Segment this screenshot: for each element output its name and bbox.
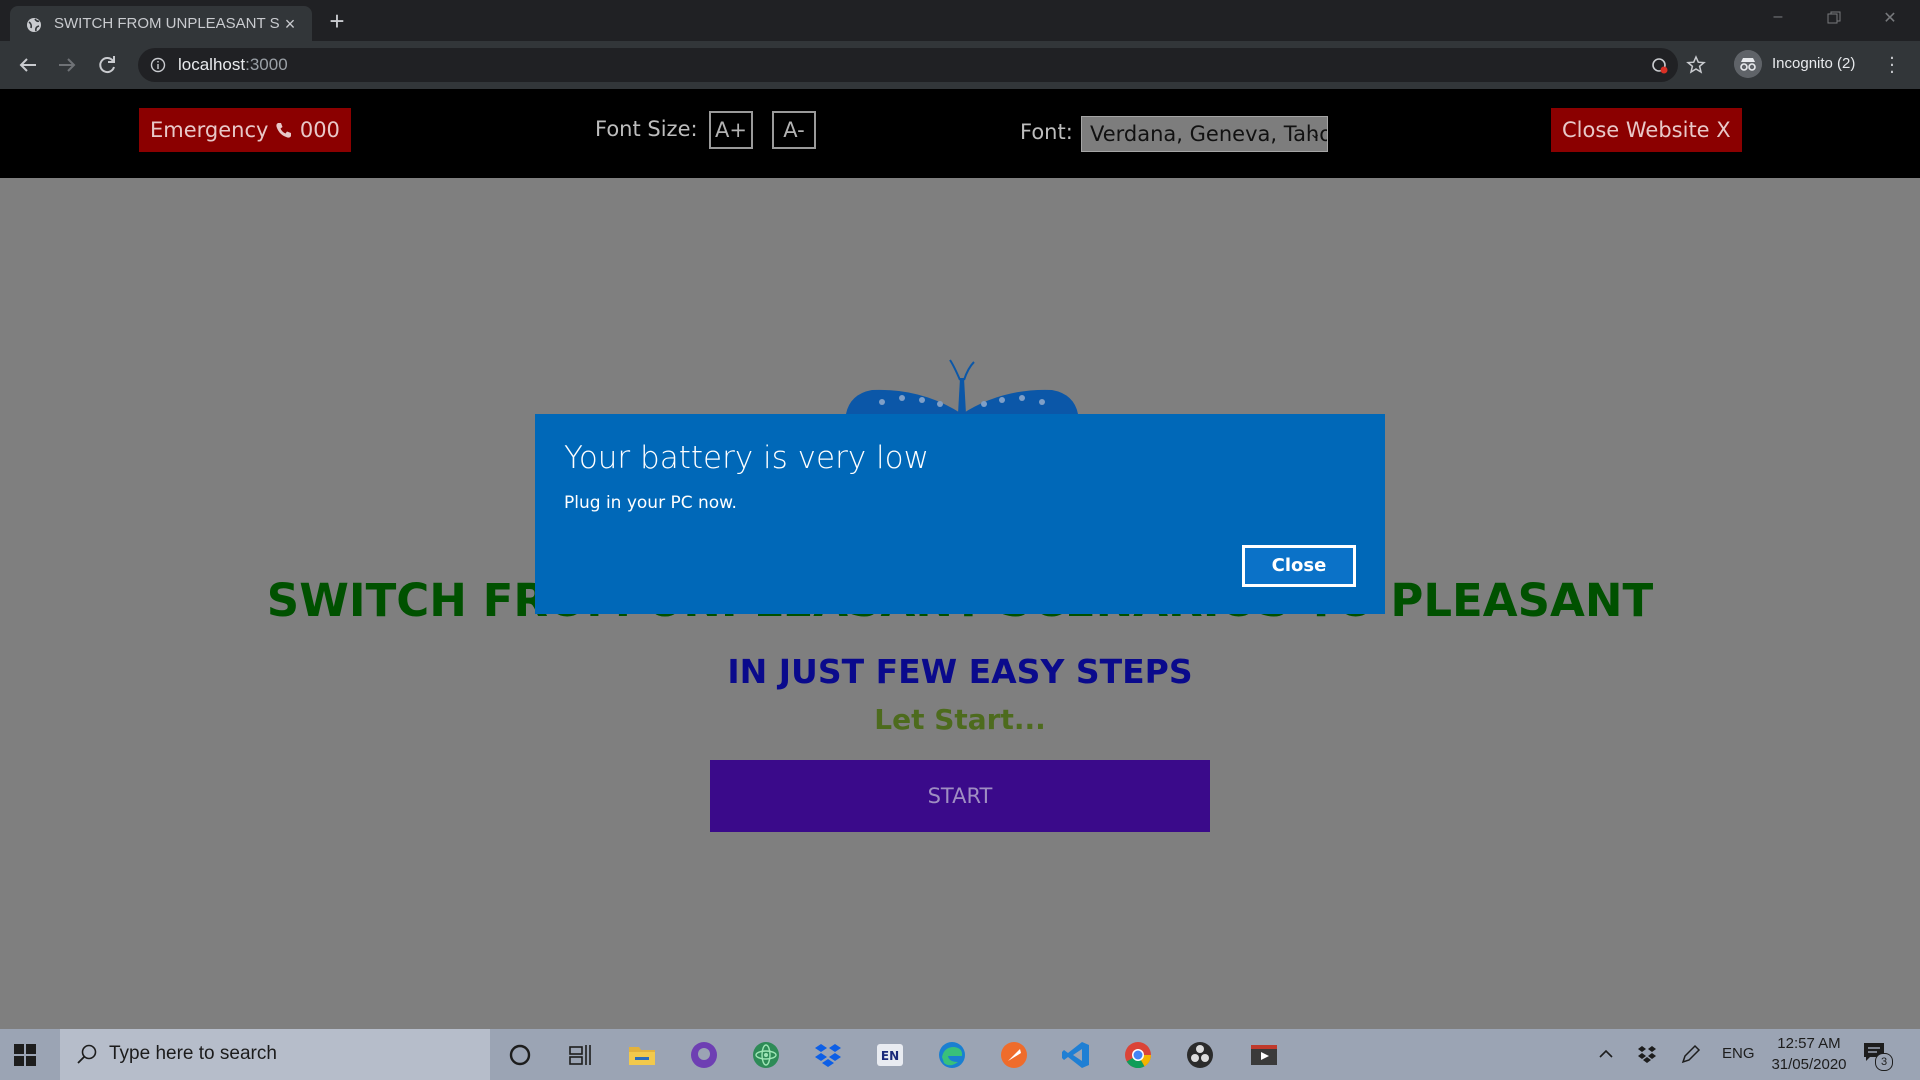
phone-icon (276, 123, 292, 138)
font-size-label: Font Size: (595, 117, 698, 141)
notification-title: Your battery is very low (564, 440, 929, 476)
browser-tab[interactable]: SWITCH FROM UNPLEASANT SCENARIOS TO PLEA… (10, 6, 312, 41)
forward-arrow-icon[interactable] (53, 51, 81, 79)
window-close-icon[interactable]: ✕ (1878, 8, 1902, 28)
clock-date: 31/05/2020 (1771, 1056, 1847, 1073)
profile-label: Incognito (2) (1772, 55, 1856, 72)
page-subheadline: IN JUST FEW EASY STEPS (727, 652, 1193, 691)
emergency-button[interactable]: Emergency 000 (139, 108, 351, 152)
reload-icon[interactable] (93, 51, 121, 79)
svg-text:EN: EN (881, 1049, 899, 1063)
font-select-value: Verdana, Geneva, Tahoma, sans-serif (1090, 122, 1327, 146)
video-editor-icon[interactable] (1248, 1039, 1280, 1071)
new-tab-button[interactable]: + (324, 8, 350, 35)
vscode-icon[interactable] (1060, 1039, 1092, 1071)
search-placeholder: Type here to search (109, 1043, 277, 1064)
blocked-cookies-icon[interactable] (1650, 56, 1670, 76)
taskbar-search-box[interactable]: Type here to search (60, 1029, 490, 1080)
url-text[interactable]: localhost:3000 (178, 55, 288, 75)
taskbar-clock[interactable]: 12:57 AM 31/05/2020 (1766, 1033, 1852, 1075)
battery-low-notification: Your battery is very low Plug in your PC… (535, 414, 1385, 614)
font-label: Font: (1020, 120, 1073, 144)
emergency-number: 000 (299, 118, 340, 142)
file-explorer-icon[interactable] (626, 1039, 658, 1071)
language-en-icon[interactable]: EN (874, 1039, 906, 1071)
minimize-icon[interactable]: – (1766, 8, 1790, 28)
start-button[interactable]: START (710, 760, 1210, 832)
globe-icon (27, 18, 41, 32)
notification-count-badge: 3 (1875, 1053, 1893, 1071)
chrome-icon[interactable] (1122, 1039, 1154, 1071)
edge-icon[interactable] (936, 1039, 968, 1071)
windows-taskbar: Type here to search EN ENG 12:57 AM 31/0… (0, 1029, 1920, 1080)
address-bar[interactable]: localhost:3000 (138, 48, 1678, 82)
cortana-icon[interactable] (504, 1039, 536, 1071)
info-icon[interactable] (150, 57, 166, 73)
bookmark-star-icon[interactable] (1686, 55, 1706, 75)
browser-tab-strip: SWITCH FROM UNPLEASANT SCENARIOS TO PLEA… (0, 0, 1920, 41)
close-tab-icon[interactable]: × (282, 15, 298, 33)
dropbox-icon[interactable] (812, 1039, 844, 1071)
tab-title: SWITCH FROM UNPLEASANT SCENARIOS TO PLEA… (54, 15, 279, 32)
font-decrease-button[interactable]: A- (772, 111, 816, 149)
notification-close-button[interactable]: Close (1242, 545, 1356, 587)
lets-start-text: Let Start... (874, 703, 1046, 736)
postman-icon[interactable] (998, 1039, 1030, 1071)
action-center-button[interactable]: 3 (1862, 1041, 1893, 1071)
url-host: localhost (178, 55, 246, 74)
task-view-icon[interactable] (564, 1039, 596, 1071)
font-increase-button[interactable]: A+ (709, 111, 753, 149)
clock-time: 12:57 AM (1777, 1035, 1841, 1052)
search-icon (77, 1044, 97, 1064)
dropbox-tray-icon[interactable] (1637, 1044, 1657, 1064)
emergency-label: Emergency (150, 118, 269, 142)
url-port: :3000 (245, 55, 288, 74)
incognito-icon (1734, 50, 1762, 78)
browser-menu-icon[interactable]: · · · (1884, 50, 1900, 82)
show-hidden-icons-chevron-up-icon[interactable] (1598, 1046, 1614, 1062)
obs-icon[interactable] (1184, 1039, 1216, 1071)
pen-workspace-icon[interactable] (1680, 1043, 1702, 1065)
windows-start-icon[interactable] (14, 1044, 36, 1066)
notification-message: Plug in your PC now. (564, 493, 737, 513)
restore-icon[interactable] (1822, 8, 1846, 28)
browser-toolbar: localhost:3000 Incognito (2) · · · (0, 41, 1920, 89)
font-select[interactable]: Verdana, Geneva, Tahoma, sans-serif ⌄ (1081, 116, 1328, 152)
close-website-button[interactable]: Close Website X (1551, 108, 1742, 152)
back-arrow-icon[interactable] (14, 51, 42, 79)
butterfly-logo (846, 359, 1078, 414)
github-desktop-icon[interactable] (688, 1039, 720, 1071)
chevron-down-icon: ⌄ (1309, 126, 1321, 142)
language-indicator[interactable]: ENG (1722, 1045, 1755, 1062)
atom-icon[interactable] (750, 1039, 782, 1071)
